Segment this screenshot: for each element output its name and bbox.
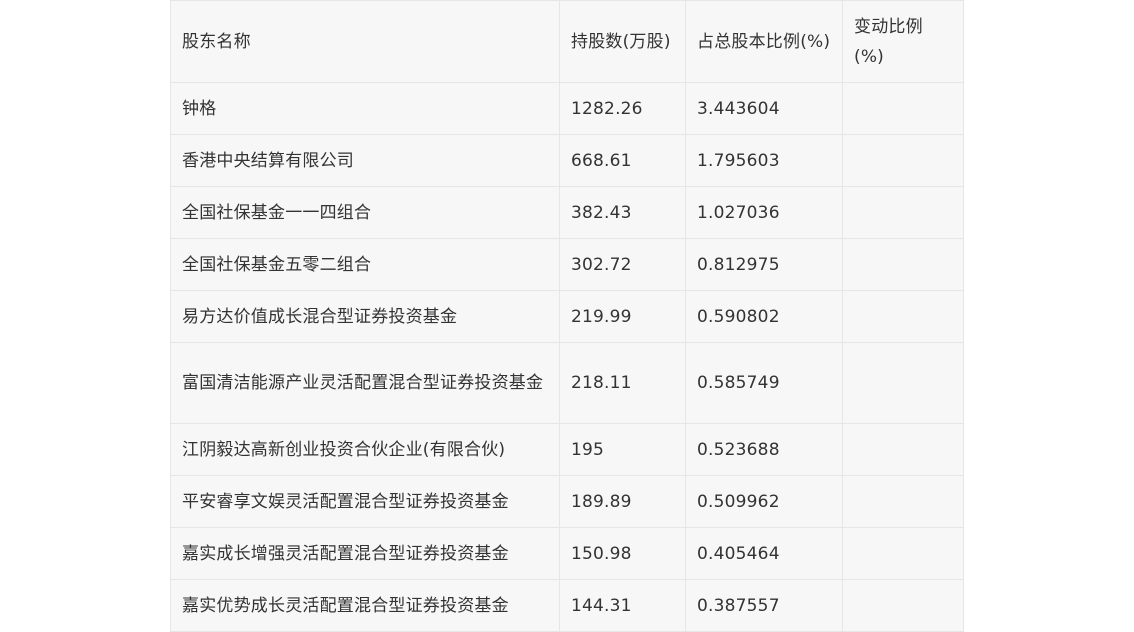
ratio-cell: 0.387557: [685, 579, 843, 632]
change-cell: [842, 290, 964, 343]
header-holder-name: 股东名称: [170, 0, 560, 83]
holder-name-cell: 富国清洁能源产业灵活配置混合型证券投资基金: [170, 342, 560, 424]
holder-name-cell: 易方达价值成长混合型证券投资基金: [170, 290, 560, 343]
header-shares: 持股数(万股): [559, 0, 686, 83]
shares-cell: 189.89: [559, 475, 686, 528]
ratio-cell: 0.585749: [685, 342, 843, 424]
table-row: 香港中央结算有限公司 668.61 1.795603: [170, 134, 964, 187]
ratio-cell: 1.795603: [685, 134, 843, 187]
ratio-cell: 0.523688: [685, 423, 843, 476]
holder-name-cell: 全国社保基金一一四组合: [170, 186, 560, 239]
shareholders-table: 股东名称 持股数(万股) 占总股本比例(%) 变动比例(%) 钟格 1282.2…: [170, 0, 964, 632]
ratio-cell: 3.443604: [685, 82, 843, 135]
shares-cell: 219.99: [559, 290, 686, 343]
table-row: 易方达价值成长混合型证券投资基金 219.99 0.590802: [170, 290, 964, 343]
holder-name-cell: 江阴毅达高新创业投资合伙企业(有限合伙): [170, 423, 560, 476]
change-cell: [842, 423, 964, 476]
table-row: 钟格 1282.26 3.443604: [170, 82, 964, 135]
table-row: 嘉实优势成长灵活配置混合型证券投资基金 144.31 0.387557: [170, 579, 964, 632]
table-row: 嘉实成长增强灵活配置混合型证券投资基金 150.98 0.405464: [170, 527, 964, 580]
header-change: 变动比例(%): [842, 0, 964, 83]
change-cell: [842, 579, 964, 632]
shares-cell: 195: [559, 423, 686, 476]
change-cell: [842, 134, 964, 187]
change-cell: [842, 82, 964, 135]
shares-cell: 382.43: [559, 186, 686, 239]
change-cell: [842, 186, 964, 239]
header-ratio: 占总股本比例(%): [685, 0, 843, 83]
holder-name-cell: 嘉实成长增强灵活配置混合型证券投资基金: [170, 527, 560, 580]
shares-cell: 668.61: [559, 134, 686, 187]
ratio-cell: 0.405464: [685, 527, 843, 580]
holder-name-cell: 钟格: [170, 82, 560, 135]
table-row: 江阴毅达高新创业投资合伙企业(有限合伙) 195 0.523688: [170, 423, 964, 476]
holder-name-cell: 嘉实优势成长灵活配置混合型证券投资基金: [170, 579, 560, 632]
ratio-cell: 1.027036: [685, 186, 843, 239]
holder-name-cell: 香港中央结算有限公司: [170, 134, 560, 187]
table-row: 全国社保基金五零二组合 302.72 0.812975: [170, 238, 964, 291]
shares-cell: 218.11: [559, 342, 686, 424]
table-row: 平安睿享文娱灵活配置混合型证券投资基金 189.89 0.509962: [170, 475, 964, 528]
table-header-row: 股东名称 持股数(万股) 占总股本比例(%) 变动比例(%): [170, 0, 964, 83]
ratio-cell: 0.590802: [685, 290, 843, 343]
holder-name-cell: 全国社保基金五零二组合: [170, 238, 560, 291]
shares-cell: 144.31: [559, 579, 686, 632]
change-cell: [842, 475, 964, 528]
holder-name-cell: 平安睿享文娱灵活配置混合型证券投资基金: [170, 475, 560, 528]
change-cell: [842, 342, 964, 424]
shares-cell: 150.98: [559, 527, 686, 580]
ratio-cell: 0.812975: [685, 238, 843, 291]
ratio-cell: 0.509962: [685, 475, 843, 528]
table-row: 富国清洁能源产业灵活配置混合型证券投资基金 218.11 0.585749: [170, 342, 964, 424]
table-row: 全国社保基金一一四组合 382.43 1.027036: [170, 186, 964, 239]
shares-cell: 302.72: [559, 238, 686, 291]
change-cell: [842, 527, 964, 580]
change-cell: [842, 238, 964, 291]
shares-cell: 1282.26: [559, 82, 686, 135]
